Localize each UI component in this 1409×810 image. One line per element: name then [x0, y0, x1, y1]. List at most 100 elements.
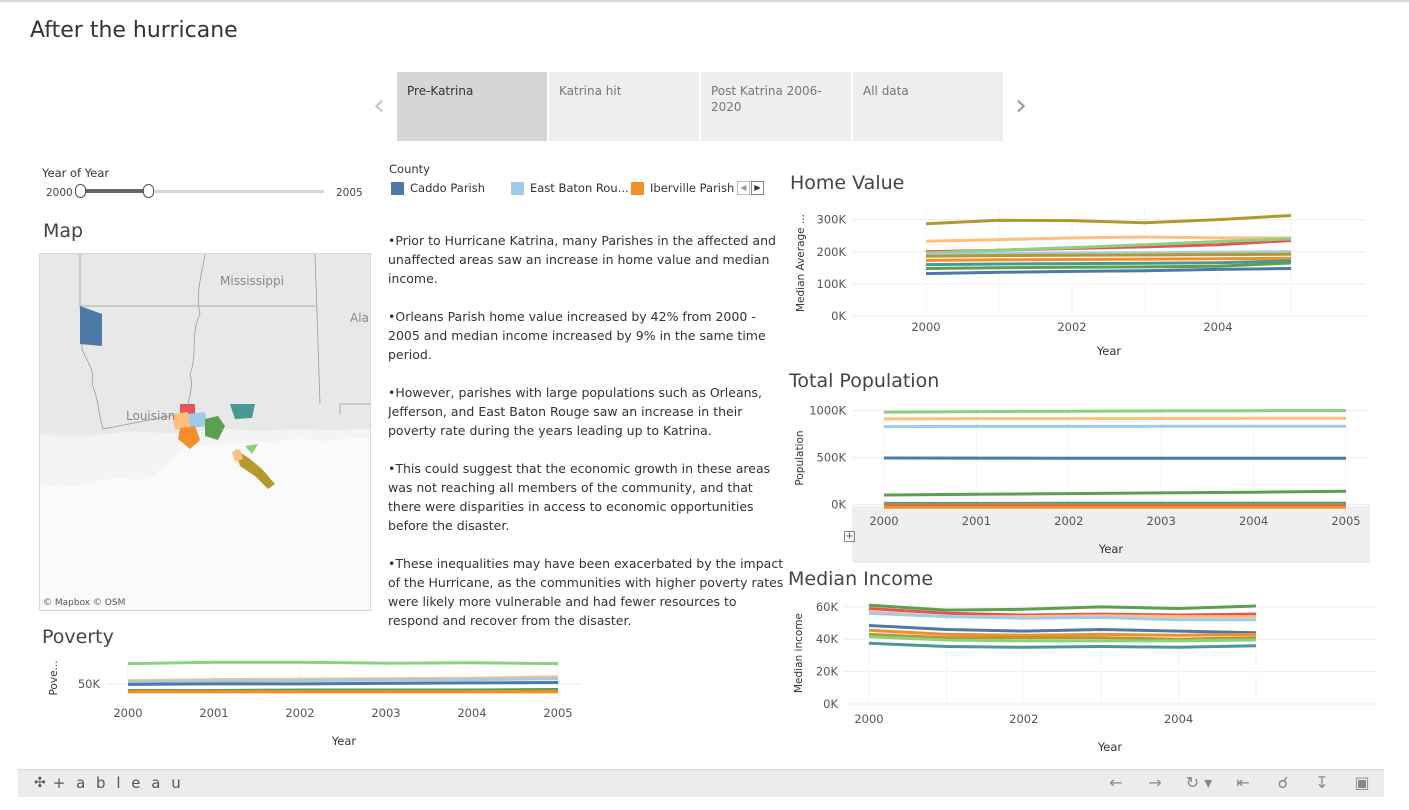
x-axis-title: Year	[1097, 740, 1123, 754]
x-axis-title: Year	[1098, 542, 1124, 556]
chevron-right-icon[interactable]: ›	[1010, 91, 1032, 122]
series-line[interactable]	[868, 624, 1257, 635]
top-border	[0, 0, 1409, 2]
x-tick-label: 2000	[869, 514, 898, 528]
x-tick-label: 2003	[371, 706, 400, 720]
series-line[interactable]	[925, 256, 1292, 262]
x-axis-title: Year	[1096, 344, 1122, 358]
legend-item-caddo[interactable]: Caddo Parish	[391, 181, 485, 195]
story-paragraph: •Prior to Hurricane Katrina, many Parish…	[388, 233, 776, 286]
year-slider-start-handle[interactable]	[75, 184, 86, 198]
parish-map[interactable]: Mississippi Ala Louisian	[39, 253, 371, 611]
download-icon[interactable]: ↧	[1312, 773, 1332, 793]
map-label-mississippi: Mississippi	[220, 274, 284, 288]
map-attribution: © Mapbox © OSM	[43, 598, 126, 608]
year-slider-range	[80, 189, 148, 193]
y-axis-title: Median Average ...	[795, 214, 807, 312]
undo-icon[interactable]: ←	[1106, 773, 1126, 793]
story-point-all-data[interactable]: All data	[853, 72, 1003, 141]
series-line[interactable]	[868, 603, 1257, 612]
story-paragraph: •Orleans Parish home value increased by …	[388, 309, 766, 362]
legend-item-east-baton-rouge[interactable]: East Baton Rou...	[511, 181, 629, 195]
x-tick-label: 2002	[1009, 712, 1038, 726]
y-tick-label: 0K	[831, 309, 846, 323]
tableau-logo-text: + a b l e a u	[52, 774, 184, 792]
story-paragraph: •This could suggest that the economic gr…	[388, 461, 771, 533]
share-icon[interactable]: ☌	[1273, 773, 1293, 793]
story-point-post-katrina[interactable]: Post Katrina 2006-2020	[701, 72, 851, 141]
legend-prev-icon[interactable]: ◀	[737, 181, 750, 195]
median-income-chart[interactable]: 60K 40K 20K 0K 2000 2002 2004 Year Median income	[788, 596, 1378, 760]
story-text: •Prior to Hurricane Katrina, many Parish…	[388, 231, 784, 635]
legend-pager[interactable]: ◀ ▶	[737, 181, 765, 195]
y-tick-label: 100K	[817, 277, 847, 291]
poverty-chart[interactable]: 50K 2000 2001 2002 2003 2004 2005 Year Pove...	[40, 652, 585, 752]
legend-swatch	[631, 181, 644, 195]
legend-next-icon[interactable]: ▶	[751, 181, 764, 195]
x-tick-label: 2004	[457, 706, 486, 720]
tableau-logo[interactable]: ✣ + a b l e a u	[34, 774, 184, 792]
x-tick-label: 2003	[1147, 514, 1176, 528]
tableau-logo-icon: ✣	[34, 775, 49, 791]
story-paragraph: •These inequalities may have been exacer…	[388, 556, 784, 628]
legend-swatch	[511, 181, 524, 195]
y-tick-label: 200K	[817, 245, 847, 259]
x-tick-label: 2002	[1057, 320, 1086, 334]
series-line[interactable]	[883, 489, 1347, 497]
y-tick-label: 0K	[823, 697, 838, 711]
legend-label: East Baton Rou...	[530, 181, 629, 195]
y-axis-title: Population	[794, 430, 806, 485]
story-paragraph: •However, parishes with large population…	[388, 385, 763, 438]
median-income-title: Median Income	[788, 568, 934, 590]
x-tick-label: 2005	[543, 706, 572, 720]
story-point-pre-katrina[interactable]: Pre-Katrina	[397, 72, 547, 141]
x-tick-label: 2000	[854, 712, 883, 726]
legend-label: Caddo Parish	[410, 181, 486, 195]
y-tick-label: 50K	[78, 677, 101, 691]
legend-item-iberville[interactable]: Iberville Parish	[631, 181, 734, 195]
series-line[interactable]	[127, 660, 559, 666]
y-tick-label: 0K	[831, 497, 846, 511]
redo-icon[interactable]: →	[1145, 773, 1165, 793]
year-filter-min: 2000	[46, 187, 73, 199]
home-value-chart[interactable]: 300K 200K 100K 0K 2000 2002 2004 Year Median Ave…	[788, 200, 1368, 365]
series-line[interactable]	[883, 409, 1347, 414]
x-tick-label: 2005	[1331, 514, 1360, 528]
expand-icon[interactable]: +	[844, 531, 855, 542]
revert-icon[interactable]: ↻ ▾	[1182, 773, 1216, 793]
y-tick-label: 300K	[817, 213, 847, 227]
dashboard-title: After the hurricane	[30, 18, 238, 43]
chevron-left-icon[interactable]: ‹	[368, 91, 390, 122]
series-line[interactable]	[883, 416, 1346, 421]
y-tick-label: 500K	[817, 451, 847, 465]
series-line[interactable]	[868, 641, 1257, 649]
map-title: Map	[43, 220, 84, 242]
fullscreen-icon[interactable]: ▣	[1352, 773, 1372, 793]
y-tick-label: 1000K	[809, 404, 846, 418]
x-tick-label: 2004	[1239, 514, 1268, 528]
y-tick-label: 60K	[816, 600, 839, 614]
legend-label: Iberville Parish	[650, 181, 735, 195]
story-point-katrina-hit[interactable]: Katrina hit	[549, 72, 699, 141]
year-slider-end-handle[interactable]	[143, 184, 154, 198]
y-tick-label: 20K	[816, 665, 839, 679]
total-population-title: Total Population	[789, 370, 940, 392]
x-tick-label: 2000	[113, 706, 142, 720]
tableau-toolbar	[18, 769, 1384, 797]
x-tick-label: 2001	[199, 706, 228, 720]
map-canvas[interactable]: Mississippi Ala Louisian	[40, 254, 371, 611]
x-tick-label: 2004	[1203, 320, 1232, 334]
x-tick-label: 2002	[1054, 514, 1083, 528]
map-label-alabama: Ala	[350, 311, 369, 325]
series-line[interactable]	[127, 681, 559, 686]
y-axis-title: Median income	[793, 613, 805, 693]
revert-start-icon[interactable]: ⇤	[1233, 773, 1253, 793]
x-tick-label: 2001	[962, 514, 991, 528]
poverty-title: Poverty	[42, 626, 114, 648]
y-tick-label: 40K	[816, 632, 839, 646]
series-line[interactable]	[925, 252, 1292, 258]
map-label-louisiana: Louisian	[126, 409, 175, 423]
x-tick-label: 2000	[911, 320, 940, 334]
x-axis-title: Year	[331, 734, 357, 748]
total-population-chart[interactable]: 1000K 500K 0K 2000 2001 2002 2003 2004 2005 Year P…	[788, 398, 1370, 564]
